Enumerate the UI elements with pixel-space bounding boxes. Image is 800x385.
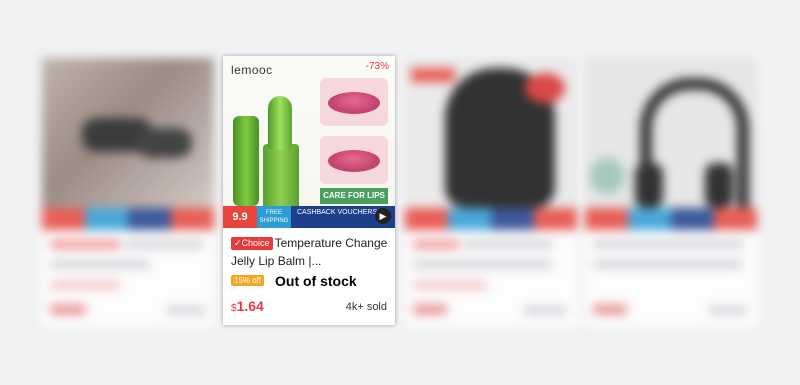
product-image-blurred	[42, 58, 214, 230]
title-placeholder	[593, 260, 743, 269]
lip-balm-tube-image	[233, 116, 259, 206]
product-card-blurred-3[interactable]	[405, 58, 577, 326]
product-title[interactable]: ✓Choice Temperature Change Jelly Lip Balm…	[231, 234, 391, 270]
promo-strip: 9.9 FREE SHIPPING CASHBACK VOUCHERS	[223, 206, 395, 228]
title-placeholder	[593, 240, 743, 249]
product-image[interactable]: lemooc -73% CARE FOR LIPS 9.9 FREE SHIPP…	[223, 56, 395, 228]
care-for-lips-caption: CARE FOR LIPS	[320, 188, 388, 204]
discount-label: -73%	[365, 61, 389, 72]
brand-logo: lemooc	[231, 63, 273, 77]
title-placeholder	[50, 240, 120, 249]
choice-badge: ✓Choice	[231, 237, 273, 250]
lip-balm-bullet-image	[268, 96, 292, 150]
product-grid-row: lemooc -73% CARE FOR LIPS 9.9 FREE SHIPP…	[0, 0, 800, 385]
badge-placeholder	[413, 280, 487, 290]
sold-placeholder	[709, 306, 747, 315]
price: $1.64	[231, 298, 264, 314]
product-image-blurred	[585, 58, 757, 230]
badge-placeholder	[50, 280, 120, 290]
play-video-icon[interactable]: ▶	[375, 208, 391, 224]
lips-image-top	[320, 78, 388, 126]
title-placeholder	[50, 260, 150, 269]
product-card-lip-balm[interactable]: lemooc -73% CARE FOR LIPS 9.9 FREE SHIPP…	[223, 56, 395, 325]
price-placeholder	[413, 304, 447, 315]
title-placeholder	[463, 240, 553, 249]
sold-count: 4k+ sold	[345, 301, 387, 313]
sold-placeholder	[523, 306, 567, 315]
price-value: 1.64	[236, 298, 264, 314]
title-placeholder	[413, 240, 459, 249]
sold-placeholder	[166, 306, 206, 315]
product-card-blurred-4[interactable]	[585, 58, 757, 326]
price-placeholder	[50, 304, 86, 315]
stock-status: Out of stock	[275, 273, 357, 289]
free-shipping-badge: FREE SHIPPING	[257, 206, 291, 228]
price-placeholder	[593, 304, 627, 315]
discount-off-badge: 15% off	[231, 275, 264, 286]
lips-image-bottom	[320, 136, 388, 184]
title-placeholder	[124, 240, 204, 249]
title-placeholder	[413, 260, 553, 269]
event-badge: 9.9	[223, 206, 257, 228]
product-image-blurred	[405, 58, 577, 230]
product-card-blurred-1[interactable]	[42, 58, 214, 326]
